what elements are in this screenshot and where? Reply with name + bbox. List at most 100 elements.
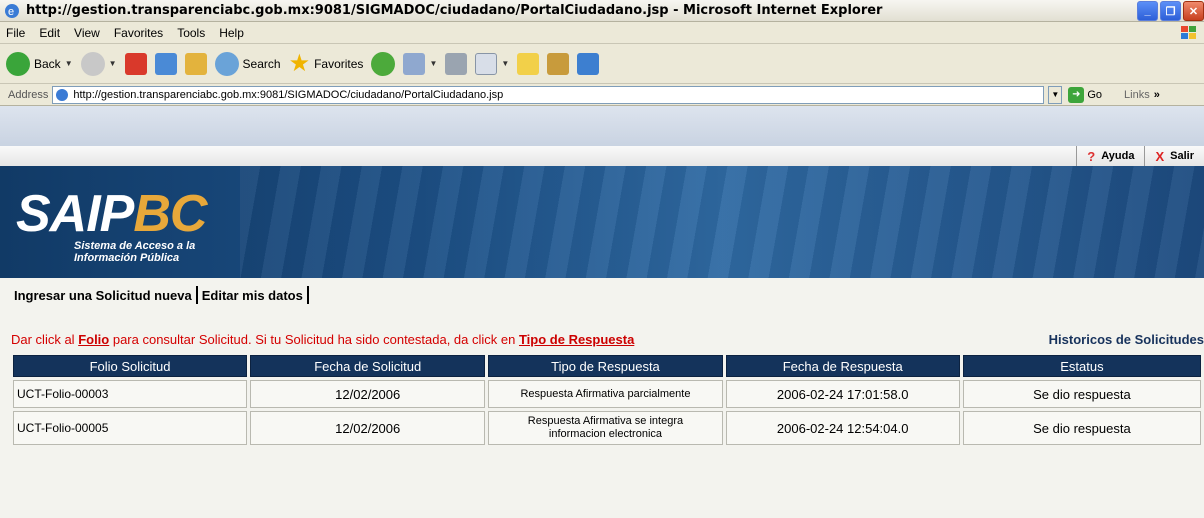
historicos-title: Historicos de Solicitudes	[1048, 332, 1204, 347]
address-url: http://gestion.transparenciabc.gob.mx:90…	[73, 88, 504, 101]
exit-icon: X	[1155, 148, 1165, 164]
search-icon	[214, 51, 239, 76]
estatus-cell: Se dio respuesta	[962, 380, 1201, 408]
header-tipo-respuesta: Tipo de Respuesta	[488, 355, 723, 377]
research-button[interactable]	[547, 52, 570, 75]
fecha-cell: 12/02/2006	[250, 380, 486, 408]
nav-links: Ingresar una Solicitud nueva Editar mis …	[14, 286, 313, 304]
search-label: Search	[242, 56, 281, 71]
web-page: ? Ayuda X Salir SAIPBC Sistema de Acceso…	[0, 106, 1204, 518]
tipo-cell[interactable]: Respuesta Afirmativa parcialmente	[488, 380, 723, 408]
history-icon	[371, 51, 396, 76]
edit-dropdown-icon[interactable]: ▼	[501, 59, 509, 68]
requests-table: Folio Solicitud Fecha de Solicitud Tipo …	[10, 352, 1204, 448]
star-icon: ★	[288, 50, 311, 77]
menu-view[interactable]: View	[74, 26, 100, 40]
logo-subtitle-2: Información Pública	[74, 252, 180, 264]
refresh-button[interactable]	[154, 52, 177, 75]
back-dropdown-icon[interactable]: ▼	[65, 59, 73, 68]
address-dropdown-icon[interactable]: ▼	[1048, 85, 1063, 104]
estatus-cell: Se dio respuesta	[962, 411, 1201, 445]
logo-subtitle-1: Sistema de Acceso a la	[74, 240, 196, 252]
fecha-cell: 12/02/2006	[250, 411, 486, 445]
table-row: UCT-Folio-00003 12/02/2006 Respuesta Afi…	[13, 380, 1201, 408]
menu-bar: File Edit View Favorites Tools Help	[0, 22, 1204, 44]
mail-button[interactable]: ▼	[403, 52, 437, 75]
menu-file[interactable]: File	[6, 26, 25, 40]
fecha-respuesta-cell: 2006-02-24 17:01:58.0	[725, 380, 960, 408]
history-button[interactable]	[371, 51, 396, 76]
print-button[interactable]	[445, 52, 468, 75]
research-icon	[547, 52, 570, 75]
forward-dropdown-icon[interactable]: ▼	[109, 59, 117, 68]
saipbc-logo: SAIPBC	[16, 185, 207, 243]
favorites-button[interactable]: ★ Favorites	[289, 49, 364, 78]
forward-button[interactable]: ▼	[80, 51, 117, 76]
discuss-button[interactable]	[517, 52, 540, 75]
forward-arrow-icon	[80, 51, 105, 76]
nav-edit-data-link[interactable]: Editar mis datos	[202, 288, 303, 303]
tipo-line-1: Respuesta Afirmativa se integra	[527, 415, 684, 427]
address-bar: Address http://gestion.transparenciabc.g…	[0, 84, 1204, 106]
stop-icon	[124, 52, 147, 75]
menu-favorites[interactable]: Favorites	[114, 26, 163, 40]
refresh-icon	[154, 52, 177, 75]
window-title: http://gestion.transparenciabc.gob.mx:90…	[26, 3, 883, 18]
instructions: Dar click al Folio para consultar Solici…	[11, 332, 635, 347]
print-icon	[445, 52, 468, 75]
tipo-respuesta-link[interactable]: Tipo de Respuesta	[519, 332, 634, 347]
menu-help[interactable]: Help	[219, 26, 244, 40]
chevron-right-icon: »	[1153, 88, 1160, 101]
stop-button[interactable]	[124, 52, 147, 75]
home-icon	[184, 52, 207, 75]
messenger-button[interactable]	[577, 52, 600, 75]
back-arrow-icon	[6, 51, 30, 76]
favorites-label: Favorites	[314, 56, 364, 71]
question-icon: ?	[1087, 148, 1096, 164]
page-icon	[56, 88, 69, 101]
minimize-button[interactable]: _	[1137, 1, 1158, 21]
window-icon	[577, 52, 600, 75]
menu-edit[interactable]: Edit	[39, 26, 60, 40]
windows-logo-icon	[1181, 26, 1196, 39]
note-icon	[517, 52, 540, 75]
salir-button[interactable]: X Salir	[1144, 146, 1204, 166]
word-icon	[475, 52, 498, 75]
fecha-respuesta-cell: 2006-02-24 12:54:04.0	[725, 411, 960, 445]
svg-text:e: e	[8, 6, 14, 18]
go-arrow-icon: ➜	[1068, 86, 1085, 103]
edit-button[interactable]: ▼	[475, 52, 509, 75]
ie-icon: e	[5, 3, 19, 18]
address-label: Address	[8, 88, 49, 101]
top-strip	[0, 106, 1204, 146]
maximize-button[interactable]: ❐	[1160, 1, 1181, 21]
header-fecha-respuesta: Fecha de Respuesta	[725, 355, 960, 377]
help-bar: ? Ayuda X Salir	[0, 146, 1204, 166]
menu-tools[interactable]: Tools	[177, 26, 205, 40]
links-label: Links	[1124, 88, 1150, 101]
tipo-cell[interactable]: Respuesta Afirmativa se integra informac…	[488, 411, 723, 445]
ayuda-button[interactable]: ? Ayuda	[1076, 146, 1144, 166]
header-fecha-solicitud: Fecha de Solicitud	[250, 355, 486, 377]
folio-link[interactable]: Folio	[78, 332, 109, 347]
mail-dropdown-icon[interactable]: ▼	[429, 59, 437, 68]
folio-cell[interactable]: UCT-Folio-00005	[13, 411, 248, 445]
back-label: Back	[34, 56, 61, 71]
folio-cell[interactable]: UCT-Folio-00003	[13, 380, 248, 408]
home-button[interactable]	[184, 52, 207, 75]
mail-icon	[403, 52, 426, 75]
close-button[interactable]: ✕	[1183, 1, 1204, 21]
go-label: Go	[1087, 88, 1103, 101]
header-estatus: Estatus	[962, 355, 1201, 377]
ayuda-label: Ayuda	[1101, 150, 1135, 162]
search-button[interactable]: Search	[214, 51, 281, 76]
salir-label: Salir	[1170, 150, 1194, 162]
links-button[interactable]: Links»	[1124, 89, 1160, 101]
address-input[interactable]: http://gestion.transparenciabc.gob.mx:90…	[52, 85, 1045, 104]
tipo-line-2: informacion electronica	[548, 428, 663, 440]
nav-new-request-link[interactable]: Ingresar una Solicitud nueva	[14, 288, 192, 303]
title-bar: e http://gestion.transparenciabc.gob.mx:…	[0, 0, 1204, 22]
toolbar: Back ▼ ▼ Search ★ Favorites ▼ ▼	[0, 44, 1204, 84]
go-button[interactable]: ➜ Go	[1068, 86, 1103, 103]
back-button[interactable]: Back ▼	[6, 51, 73, 76]
